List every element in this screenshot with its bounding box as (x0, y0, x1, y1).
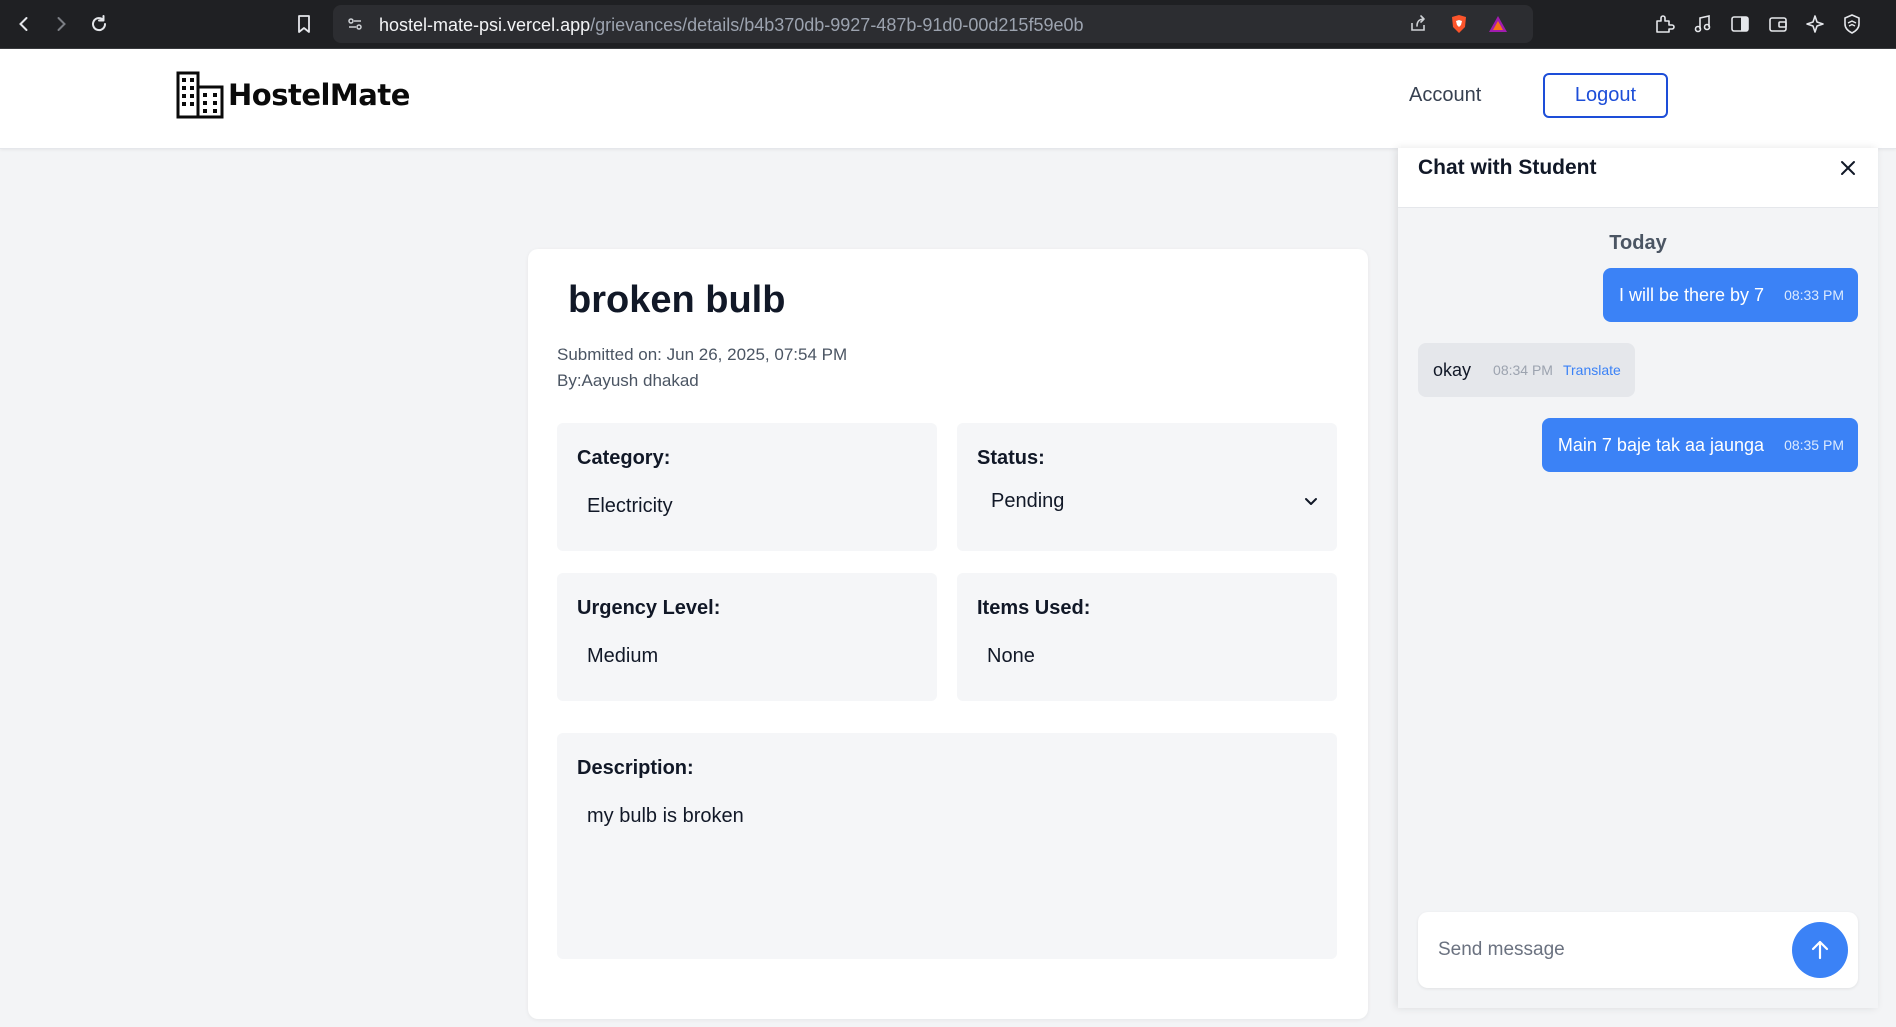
message-time: 08:34 PM (1493, 362, 1553, 378)
category-label: Category: (577, 447, 671, 469)
media-icon[interactable] (1689, 10, 1717, 38)
logo-text: HostelMate (228, 78, 410, 112)
chat-composer (1418, 912, 1858, 988)
message-text: I will be there by 7 (1618, 284, 1765, 305)
app-header: HostelMate Account Logout (0, 49, 1896, 149)
sidebar-icon[interactable] (1726, 10, 1754, 38)
chat-panel: Chat with Student Today I will be there … (1398, 148, 1878, 1008)
submitted-date: Submitted on: Jun 26, 2025, 07:54 PM (557, 345, 848, 364)
category-field: Category: Electricity (557, 423, 937, 551)
url-text: hostel-mate-psi.vercel.app/grievances/de… (379, 15, 1084, 36)
category-value: Electricity (587, 495, 673, 517)
account-link[interactable]: Account (1409, 84, 1481, 107)
close-icon[interactable] (1836, 156, 1860, 180)
items-used-label: Items Used: (977, 597, 1091, 619)
items-used-value: None (987, 645, 1035, 667)
items-used-field: Items Used: None (957, 573, 1337, 701)
translate-link[interactable]: Translate (1563, 362, 1621, 378)
vpn-shield-icon[interactable] (1838, 10, 1866, 38)
back-icon[interactable] (10, 10, 38, 38)
building-icon (176, 71, 224, 119)
urgency-field: Urgency Level: Medium (557, 573, 937, 701)
reload-icon[interactable] (85, 10, 113, 38)
message-incoming: okay 08:34 PM Translate (1418, 343, 1635, 397)
message-time: 08:35 PM (1784, 437, 1844, 453)
message-outgoing: Main 7 baje tak aa jaunga 08:35 PM (1541, 418, 1858, 472)
description-field: Description: my bulb is broken (557, 733, 1337, 959)
logout-button[interactable]: Logout (1543, 73, 1668, 118)
brave-rewards-icon[interactable] (1486, 12, 1510, 36)
message-time: 08:33 PM (1784, 287, 1844, 303)
arrow-up-icon (1811, 940, 1829, 960)
extensions-icon[interactable] (1650, 10, 1678, 38)
message-outgoing: I will be there by 7 08:33 PM (1602, 268, 1858, 322)
browser-toolbar: hostel-mate-psi.vercel.app/grievances/de… (0, 0, 1896, 49)
chat-title: Chat with Student (1418, 156, 1597, 179)
message-text: okay (1433, 359, 1472, 380)
day-divider: Today (1609, 232, 1667, 254)
site-settings-icon[interactable] (343, 12, 367, 36)
address-bar[interactable]: hostel-mate-psi.vercel.app/grievances/de… (333, 5, 1533, 43)
forward-icon[interactable] (47, 10, 75, 38)
chat-header: Chat with Student (1398, 148, 1878, 208)
message-input[interactable] (1418, 912, 1788, 988)
brave-shield-icon[interactable] (1447, 12, 1471, 36)
description-value: my bulb is broken (587, 805, 744, 827)
submitted-by: By:Aayush dhakad (557, 371, 699, 390)
grievance-card: broken bulb Submitted on: Jun 26, 2025, … (528, 249, 1368, 1019)
status-value: Pending (991, 489, 1065, 512)
urgency-label: Urgency Level: (577, 597, 721, 619)
chevron-down-icon (1301, 491, 1321, 511)
status-label: Status: (977, 447, 1045, 469)
urgency-value: Medium (587, 645, 659, 667)
share-icon[interactable] (1406, 12, 1430, 36)
leo-ai-icon[interactable] (1801, 10, 1829, 38)
grievance-title: broken bulb (568, 279, 786, 321)
url-host: hostel-mate-psi.vercel.app (379, 15, 591, 35)
description-label: Description: (577, 757, 694, 779)
bookmark-icon[interactable] (290, 10, 318, 38)
status-select[interactable]: Pending (977, 479, 1337, 523)
status-field: Status: Pending (957, 423, 1337, 551)
url-path: /grievances/details/b4b370db-9927-487b-9… (590, 15, 1084, 35)
send-button[interactable] (1792, 922, 1848, 978)
message-text: Main 7 baje tak aa jaunga (1557, 434, 1765, 455)
logo[interactable]: HostelMate (175, 69, 410, 121)
wallet-icon[interactable] (1764, 10, 1792, 38)
